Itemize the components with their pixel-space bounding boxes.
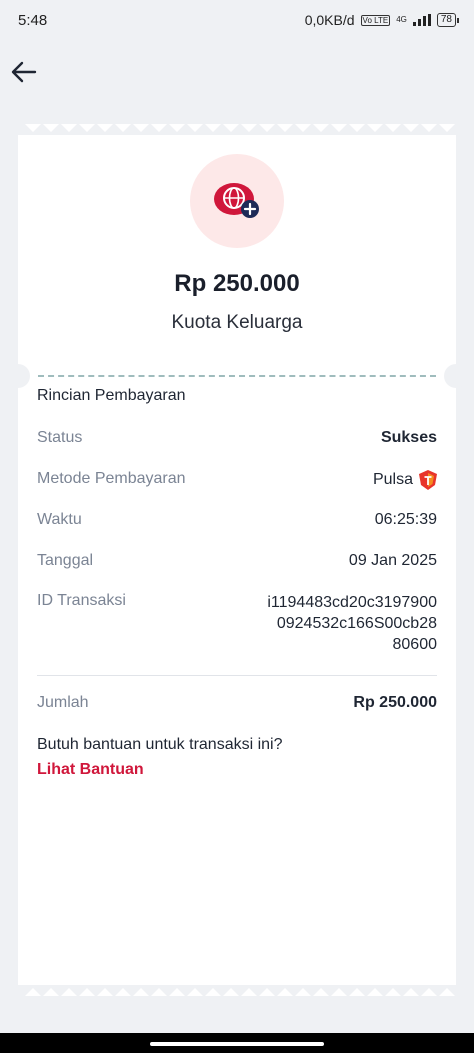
transaction-id-label: ID Transaksi [37, 592, 126, 609]
date-value: 09 Jan 2025 [348, 552, 437, 569]
ticket-notch-right [444, 364, 468, 388]
status-badge: Sukses [380, 429, 437, 446]
signal-icon [412, 14, 431, 26]
date-row: Tanggal 09 Jan 2025 [37, 552, 437, 570]
volte-icon: Vo LTE [360, 14, 391, 26]
dashed-divider [38, 375, 436, 377]
clock: 5:48 [18, 11, 48, 29]
total-value: Rp 250.000 [353, 694, 437, 711]
system-nav-bar [0, 1033, 474, 1053]
payment-method-row: Metode Pembayaran Pulsa [37, 470, 437, 490]
payment-method-value: Pulsa [372, 471, 413, 488]
telkomsel-logo-icon [419, 470, 437, 490]
transaction-id-value: i1194483cd20c3197900 0924532c166S00cb28 … [267, 594, 437, 653]
product-name: Kuota Keluarga [171, 312, 303, 333]
payment-method-label: Metode Pembayaran [37, 470, 186, 487]
receipt-card: Rp 250.000 Kuota Keluarga Rincian Pembay… [6, 123, 468, 997]
time-row: Waktu 06:25:39 [37, 511, 437, 529]
status-row: Status Sukses [37, 429, 437, 447]
total-row: Jumlah Rp 250.000 [37, 694, 437, 712]
help-question: Butuh bantuan untuk transaksi ini? [37, 736, 283, 753]
time-label: Waktu [37, 511, 82, 528]
zigzag-edge-bottom [18, 985, 456, 997]
date-label: Tanggal [37, 552, 94, 569]
help-link[interactable]: Lihat Bantuan [37, 761, 144, 779]
zigzag-edge-top [18, 123, 456, 135]
arrow-left-icon [11, 61, 37, 83]
globe-plus-icon [214, 183, 259, 218]
divider [37, 675, 437, 676]
network-speed: 0,0KB/d [304, 12, 355, 28]
network-type: 4G [396, 15, 407, 24]
status-icons: 0,0KB/d Vo LTE 4G 78 [304, 12, 460, 28]
status-bar: 5:48 0,0KB/d Vo LTE 4G 78 [0, 0, 474, 40]
time-value: 06:25:39 [374, 511, 437, 528]
product-icon-badge [190, 154, 284, 248]
battery-icon: 78 [436, 13, 460, 27]
total-label: Jumlah [37, 694, 89, 711]
home-gesture-handle[interactable] [150, 1042, 324, 1046]
ticket-notch-left [6, 364, 30, 388]
section-title: Rincian Pembayaran [37, 387, 186, 404]
status-label: Status [37, 429, 83, 446]
back-button[interactable] [8, 56, 40, 88]
payment-amount: Rp 250.000 [174, 270, 300, 297]
transaction-id-row: ID Transaksi i1194483cd20c3197900 092453… [37, 592, 437, 655]
